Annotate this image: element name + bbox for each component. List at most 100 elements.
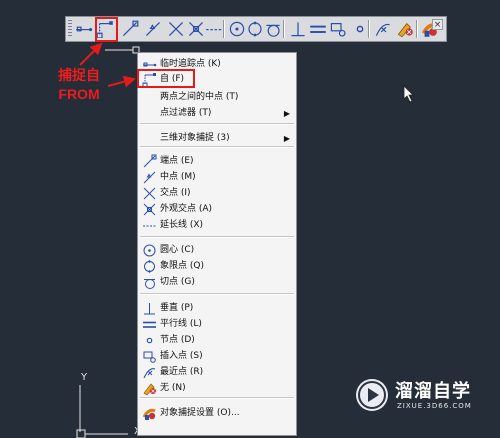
toolbar-button-midpoint[interactable] xyxy=(144,20,162,38)
highlight-box-menu-from xyxy=(137,69,195,88)
menu-item-3[interactable]: 点过滤器 (T) ▶ xyxy=(139,106,295,121)
center-icon xyxy=(143,244,156,257)
apparent-intersection-icon xyxy=(188,21,204,37)
toolbar-button-apparent-intersection[interactable] xyxy=(187,20,205,38)
highlight-box-toolbar xyxy=(95,17,118,42)
nearest-icon xyxy=(143,368,156,379)
menu-item-18[interactable]: 无 (N) xyxy=(139,381,295,396)
menu-item-13[interactable]: 垂直 (P) xyxy=(139,301,295,316)
menu-item-7[interactable]: 交点 (I) xyxy=(139,186,295,201)
menu-item-label: 插入点 (S) xyxy=(160,351,203,361)
pick-cursor xyxy=(105,46,140,54)
arrow-to-menu xyxy=(107,75,136,88)
menu-separator xyxy=(140,397,294,399)
menu-item-16[interactable]: 插入点 (S) xyxy=(139,349,295,364)
toolbar-button-none[interactable] xyxy=(396,20,414,38)
menu-item-9[interactable]: 延长线 (X) xyxy=(139,218,295,233)
menu-item-label: 垂直 (P) xyxy=(160,303,194,313)
toolbar-separator xyxy=(368,20,370,38)
toolbar-separator xyxy=(283,20,285,38)
nearest-icon xyxy=(375,23,390,36)
menu-item-6[interactable]: 中点 (M) xyxy=(139,170,295,185)
toolbar-button-nearest[interactable] xyxy=(374,20,392,38)
watermark-title: 溜溜自学 xyxy=(395,381,471,402)
menu-separator xyxy=(140,236,294,238)
menu-item-label: 中点 (M) xyxy=(160,172,196,182)
ucs-y-label: Y xyxy=(81,372,88,383)
tangent-icon xyxy=(266,24,280,37)
node-icon xyxy=(146,337,153,344)
watermark-logo-icon xyxy=(356,379,388,411)
toolbar-button-extension[interactable] xyxy=(205,20,223,38)
toolbar-button-node[interactable] xyxy=(351,20,369,38)
toolbar-separator xyxy=(416,20,418,38)
mouse-pointer-icon xyxy=(403,85,414,103)
menu-item-14[interactable]: 平行线 (L) xyxy=(139,317,295,332)
menu-item-19[interactable]: 对象捕捉设置 (O)... xyxy=(139,406,295,421)
menu-item-17[interactable]: 最近点 (R) xyxy=(139,365,295,380)
menu-item-11[interactable]: 象限点 (Q) xyxy=(139,259,295,274)
object-snap-context-menu: 临时追踪点 (K) 自 (F) 两点之间的中点 (T) 点过滤器 (T) ▶ 三维对象捕捉… xyxy=(137,52,297,436)
none-icon xyxy=(397,23,413,38)
temporary-track-point-icon xyxy=(76,26,93,32)
insert-icon xyxy=(143,351,156,363)
menu-item-12[interactable]: 切点 (G) xyxy=(139,275,295,290)
quadrant-icon xyxy=(248,21,262,37)
toolbar-button-quadrant[interactable] xyxy=(246,20,264,38)
menu-item-label: 最近点 (R) xyxy=(160,367,204,377)
annotation-label: 捕捉自 FROM xyxy=(50,66,108,104)
toolbar-button-perpendicular[interactable] xyxy=(289,20,307,38)
perpendicular-icon xyxy=(291,22,305,37)
toolbar-button-insert[interactable] xyxy=(329,20,347,38)
menu-item-label: 平行线 (L) xyxy=(160,319,202,329)
toolbar-grip[interactable] xyxy=(68,20,72,38)
midpoint-icon xyxy=(143,171,156,184)
menu-item-label: 节点 (D) xyxy=(160,335,195,345)
menu-item-label: 延长线 (X) xyxy=(160,220,204,230)
menu-item-label: 圆心 (C) xyxy=(160,245,195,255)
parallel-icon xyxy=(143,321,156,328)
menu-item-10[interactable]: 圆心 (C) xyxy=(139,243,295,258)
menu-item-label: 两点之间的中点 (T) xyxy=(160,92,239,102)
apparent-intersection-icon xyxy=(143,203,156,216)
object-snap-toolbar: × xyxy=(65,16,447,42)
menu-item-8[interactable]: 外观交点 (A) xyxy=(139,202,295,217)
toolbar-button-parallel[interactable] xyxy=(309,20,327,38)
toolbar-button-intersection[interactable] xyxy=(167,20,185,38)
toolbar-button-endpoint[interactable] xyxy=(121,20,139,38)
watermark-url: ZIXUE.3D66.COM xyxy=(397,402,472,410)
menu-item-label: 象限点 (Q) xyxy=(160,261,204,271)
menu-item-15[interactable]: 节点 (D) xyxy=(139,333,295,348)
arrow-to-toolbar xyxy=(79,42,103,66)
menu-item-5[interactable]: 端点 (E) xyxy=(139,154,295,169)
menu-item-4[interactable]: 三维对象捕捉 (3) ▶ xyxy=(139,131,295,146)
osnap-settings-icon xyxy=(142,408,156,420)
insert-icon xyxy=(330,23,346,37)
intersection-icon xyxy=(168,21,184,37)
menu-separator xyxy=(140,293,294,295)
ucs-icon xyxy=(76,385,128,438)
watermark: 溜溜自学 ZIXUE.3D66.COM xyxy=(352,373,500,421)
menu-item-label: 对象捕捉设置 (O)... xyxy=(160,408,240,418)
toolbar-close-button[interactable]: × xyxy=(432,19,443,30)
toolbar-separator xyxy=(223,20,225,38)
intersection-icon xyxy=(143,187,156,200)
parallel-icon xyxy=(310,25,326,33)
endpoint-icon xyxy=(122,20,139,37)
node-icon xyxy=(356,25,364,33)
midpoint-icon xyxy=(145,21,161,37)
extension-icon xyxy=(143,225,156,227)
menu-item-2[interactable]: 两点之间的中点 (T) xyxy=(139,90,295,105)
tangent-icon xyxy=(144,279,155,289)
menu-separator xyxy=(140,123,294,125)
menu-item-label: 端点 (E) xyxy=(160,156,194,166)
submenu-arrow-icon: ▶ xyxy=(283,134,290,143)
endpoint-icon xyxy=(143,154,157,168)
toolbar-button-center[interactable] xyxy=(228,20,246,38)
toolbar-button-tangent[interactable] xyxy=(264,20,282,38)
toolbar-button-temporary-track-point[interactable] xyxy=(75,20,93,38)
quadrant-icon xyxy=(144,260,155,273)
menu-separator xyxy=(140,146,294,148)
menu-item-label: 外观交点 (A) xyxy=(160,204,213,214)
menu-item-label: 交点 (I) xyxy=(160,188,191,198)
